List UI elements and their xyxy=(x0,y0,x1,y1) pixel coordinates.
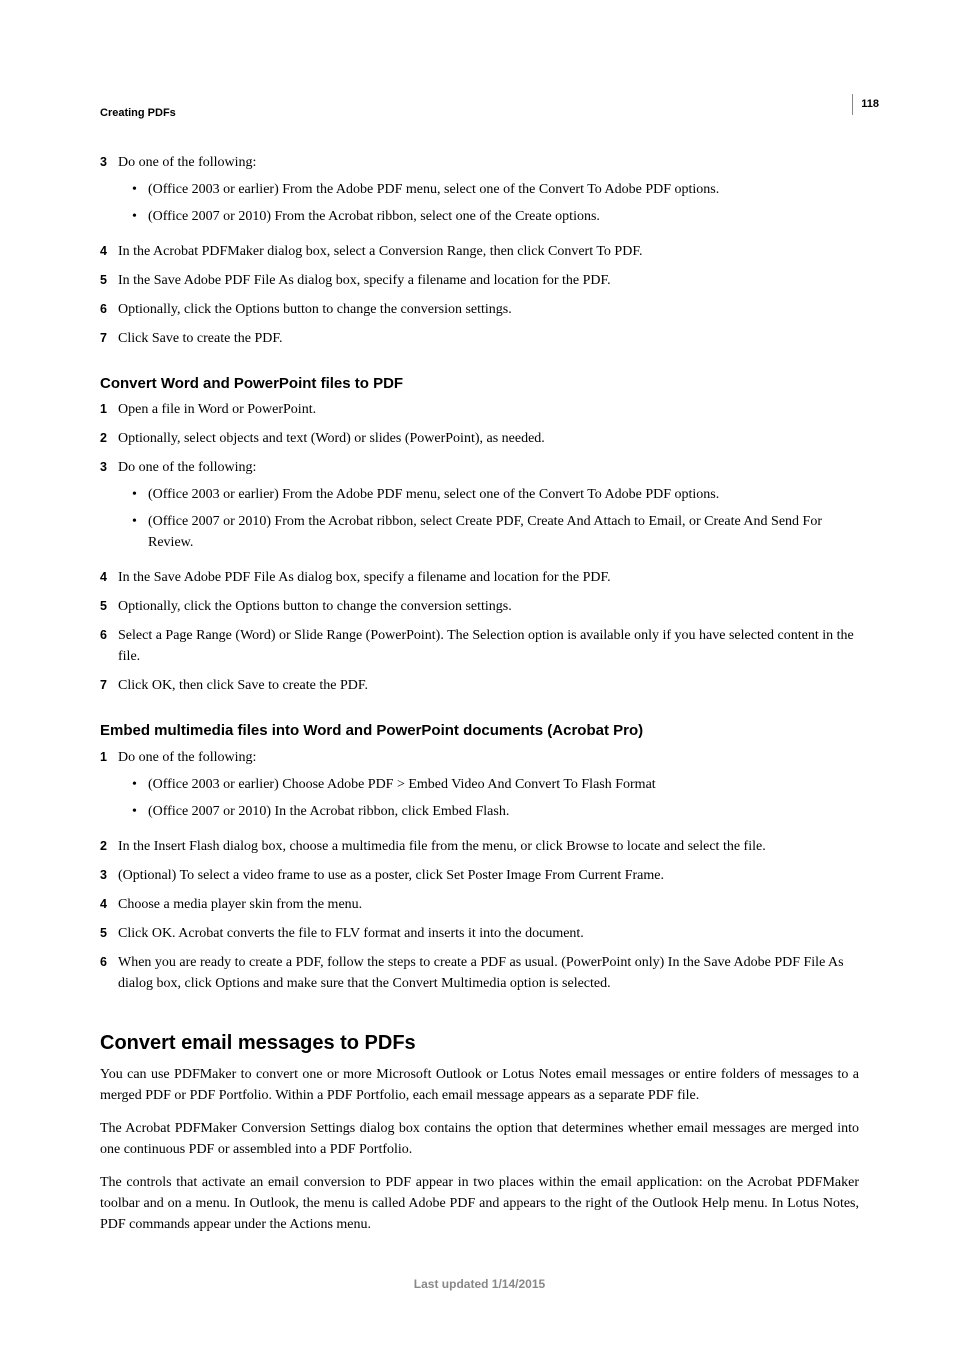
step-text: Optionally, click the Options button to … xyxy=(118,299,859,320)
list-item: 2 Optionally, select objects and text (W… xyxy=(100,428,859,449)
sub-list: • (Office 2003 or earlier) From the Adob… xyxy=(118,484,859,553)
step-body: Do one of the following: xyxy=(118,155,256,170)
step-number: 3 xyxy=(100,152,118,233)
sub-list: • (Office 2003 or earlier) From the Adob… xyxy=(118,179,859,227)
list-item: 5 Click OK. Acrobat converts the file to… xyxy=(100,923,859,944)
sub-text: (Office 2003 or earlier) From the Adobe … xyxy=(148,484,859,505)
step-text: In the Save Adobe PDF File As dialog box… xyxy=(118,270,859,291)
sub-text: (Office 2007 or 2010) From the Acrobat r… xyxy=(148,206,859,227)
step-text: Do one of the following: • (Office 2003 … xyxy=(118,457,859,559)
list-item: 4 In the Save Adobe PDF File As dialog b… xyxy=(100,567,859,588)
list-section-2: 1 Open a file in Word or PowerPoint. 2 O… xyxy=(100,399,859,696)
list-section-1: 3 Do one of the following: • (Office 200… xyxy=(100,152,859,349)
running-header: Creating PDFs xyxy=(100,105,859,122)
step-text: Optionally, select objects and text (Wor… xyxy=(118,428,859,449)
list-item: 3 Do one of the following: • (Office 200… xyxy=(100,152,859,233)
paragraph: You can use PDFMaker to convert one or m… xyxy=(100,1064,859,1106)
subsection-heading: Embed multimedia files into Word and Pow… xyxy=(100,720,859,743)
list-item: 1 Do one of the following: • (Office 200… xyxy=(100,747,859,828)
step-text: Optionally, click the Options button to … xyxy=(118,596,859,617)
step-number: 6 xyxy=(100,625,118,667)
sub-item: • (Office 2007 or 2010) From the Acrobat… xyxy=(118,511,859,553)
sub-text: (Office 2007 or 2010) From the Acrobat r… xyxy=(148,511,859,553)
step-text: Choose a media player skin from the menu… xyxy=(118,894,859,915)
step-number: 3 xyxy=(100,457,118,559)
list-item: 3 (Optional) To select a video frame to … xyxy=(100,865,859,886)
sub-item: • (Office 2007 or 2010) In the Acrobat r… xyxy=(118,801,859,822)
step-number: 5 xyxy=(100,923,118,944)
step-text: In the Acrobat PDFMaker dialog box, sele… xyxy=(118,241,859,262)
page-container: 118 Creating PDFs 3 Do one of the follow… xyxy=(0,0,954,1333)
bullet-icon: • xyxy=(132,484,148,505)
list-item: 6 Select a Page Range (Word) or Slide Ra… xyxy=(100,625,859,667)
sub-item: • (Office 2003 or earlier) From the Adob… xyxy=(118,179,859,200)
list-item: 7 Click Save to create the PDF. xyxy=(100,328,859,349)
sub-item: • (Office 2003 or earlier) Choose Adobe … xyxy=(118,774,859,795)
list-item: 3 Do one of the following: • (Office 200… xyxy=(100,457,859,559)
step-number: 1 xyxy=(100,399,118,420)
sub-text: (Office 2003 or earlier) Choose Adobe PD… xyxy=(148,774,859,795)
step-text: Click OK. Acrobat converts the file to F… xyxy=(118,923,859,944)
step-number: 4 xyxy=(100,241,118,262)
step-text: (Optional) To select a video frame to us… xyxy=(118,865,859,886)
step-text: When you are ready to create a PDF, foll… xyxy=(118,952,859,994)
step-number: 4 xyxy=(100,567,118,588)
sub-item: • (Office 2003 or earlier) From the Adob… xyxy=(118,484,859,505)
sub-text: (Office 2003 or earlier) From the Adobe … xyxy=(148,179,859,200)
list-item: 6 Optionally, click the Options button t… xyxy=(100,299,859,320)
list-item: 2 In the Insert Flash dialog box, choose… xyxy=(100,836,859,857)
list-item: 4 Choose a media player skin from the me… xyxy=(100,894,859,915)
sub-item: • (Office 2007 or 2010) From the Acrobat… xyxy=(118,206,859,227)
list-item: 5 Optionally, click the Options button t… xyxy=(100,596,859,617)
step-text: In the Insert Flash dialog box, choose a… xyxy=(118,836,859,857)
step-number: 3 xyxy=(100,865,118,886)
list-item: 5 In the Save Adobe PDF File As dialog b… xyxy=(100,270,859,291)
paragraph: The controls that activate an email conv… xyxy=(100,1172,859,1235)
list-item: 6 When you are ready to create a PDF, fo… xyxy=(100,952,859,994)
step-number: 4 xyxy=(100,894,118,915)
step-text: In the Save Adobe PDF File As dialog box… xyxy=(118,567,859,588)
sub-list: • (Office 2003 or earlier) Choose Adobe … xyxy=(118,774,859,822)
step-number: 2 xyxy=(100,428,118,449)
list-item: 1 Open a file in Word or PowerPoint. xyxy=(100,399,859,420)
bullet-icon: • xyxy=(132,511,148,553)
list-item: 7 Click OK, then click Save to create th… xyxy=(100,675,859,696)
step-body: Do one of the following: xyxy=(118,460,256,475)
step-number: 6 xyxy=(100,952,118,994)
sub-text: (Office 2007 or 2010) In the Acrobat rib… xyxy=(148,801,859,822)
step-text: Select a Page Range (Word) or Slide Rang… xyxy=(118,625,859,667)
step-number: 1 xyxy=(100,747,118,828)
bullet-icon: • xyxy=(132,774,148,795)
step-body: Do one of the following: xyxy=(118,750,256,765)
step-text: Do one of the following: • (Office 2003 … xyxy=(118,152,859,233)
footer-text: Last updated 1/14/2015 xyxy=(100,1275,859,1293)
step-number: 2 xyxy=(100,836,118,857)
step-text: Do one of the following: • (Office 2003 … xyxy=(118,747,859,828)
bullet-icon: • xyxy=(132,179,148,200)
step-text: Open a file in Word or PowerPoint. xyxy=(118,399,859,420)
bullet-icon: • xyxy=(132,801,148,822)
step-text: Click OK, then click Save to create the … xyxy=(118,675,859,696)
step-number: 7 xyxy=(100,328,118,349)
bullet-icon: • xyxy=(132,206,148,227)
step-number: 5 xyxy=(100,270,118,291)
paragraph: The Acrobat PDFMaker Conversion Settings… xyxy=(100,1118,859,1160)
list-section-3: 1 Do one of the following: • (Office 200… xyxy=(100,747,859,994)
list-item: 4 In the Acrobat PDFMaker dialog box, se… xyxy=(100,241,859,262)
step-number: 6 xyxy=(100,299,118,320)
step-text: Click Save to create the PDF. xyxy=(118,328,859,349)
section-heading: Convert email messages to PDFs xyxy=(100,1028,859,1058)
step-number: 5 xyxy=(100,596,118,617)
subsection-heading: Convert Word and PowerPoint files to PDF xyxy=(100,373,859,396)
page-number: 118 xyxy=(852,94,879,115)
step-number: 7 xyxy=(100,675,118,696)
